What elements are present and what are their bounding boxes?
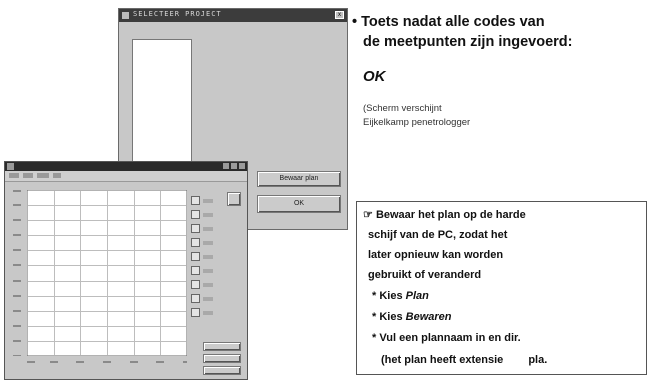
channel-checkbox[interactable] — [191, 280, 200, 289]
step-word-bewaren: Bewaren — [405, 311, 452, 323]
scroll-button[interactable] — [227, 192, 241, 206]
step-choose-save: * Kies Bewaren — [372, 310, 452, 324]
channel-label — [203, 255, 213, 259]
save-text-1: Bewaar het plan op de harde — [375, 209, 526, 221]
dialog-titlebar[interactable]: SELECTEER PROJECT x — [119, 9, 347, 22]
hand-icon: ☞ — [363, 209, 373, 221]
x-axis-ticks — [27, 361, 187, 363]
save-line-2: schijf van de PC, zodat het — [368, 229, 508, 241]
y-tick-label — [13, 234, 21, 236]
menu-item[interactable] — [37, 173, 49, 178]
info-button[interactable] — [203, 342, 241, 351]
ok-button[interactable]: OK — [257, 195, 341, 213]
channel-checkbox[interactable] — [191, 210, 200, 219]
instruction-heading: • Toets nadat alle codes van de meetpunt… — [352, 12, 652, 52]
minimize-icon[interactable] — [223, 163, 229, 169]
x-tick-label — [103, 361, 111, 363]
note-line-1: (Scherm verschijnt — [363, 103, 442, 114]
x-tick-label — [76, 361, 84, 363]
dialog-title: SELECTEER PROJECT — [133, 10, 222, 18]
y-tick-label — [13, 264, 21, 266]
ok-instruction: OK — [363, 68, 386, 85]
y-axis — [13, 190, 21, 356]
y-tick-label — [13, 325, 21, 327]
y-tick-label — [13, 190, 21, 192]
x-tick-label — [183, 361, 187, 363]
screen-note: (Scherm verschijnt Eijkelkamp penetrologg… — [363, 102, 470, 130]
channel-label — [203, 269, 213, 273]
x-tick-label — [156, 361, 164, 363]
channel-checkbox[interactable] — [191, 196, 200, 205]
channel-label — [203, 241, 213, 245]
plot-titlebar[interactable] — [5, 162, 247, 171]
channel-checkbox[interactable] — [191, 238, 200, 247]
save-line-3: later opnieuw kan worden — [368, 249, 504, 261]
channel-checkbox[interactable] — [191, 294, 200, 303]
channel-checkbox[interactable] — [191, 266, 200, 275]
step-prefix: * Kies — [372, 290, 403, 302]
extension-note-text: (het plan heeft extensie — [381, 354, 504, 366]
save-line-1: ☞ Bewaar het plan op de harde — [363, 208, 526, 222]
penetrologger-window — [4, 161, 248, 380]
code-listbox[interactable] — [132, 39, 192, 179]
y-tick-label — [13, 340, 21, 342]
bullet: • — [352, 14, 358, 30]
channel-label — [203, 213, 213, 217]
heading-line-2: de meetpunten zijn ingevoerd: — [363, 34, 573, 50]
x-tick-label — [50, 361, 58, 363]
y-tick-label — [13, 249, 21, 251]
x-axis — [27, 361, 187, 363]
app-icon — [7, 163, 14, 170]
heading-line-1: Toets nadat alle codes van — [361, 14, 545, 30]
channel-checkbox[interactable] — [191, 308, 200, 317]
y-tick-label — [13, 219, 21, 221]
close-icon[interactable] — [239, 163, 245, 169]
y-tick-label — [13, 295, 21, 297]
y-tick-label — [13, 310, 21, 312]
app-icon — [122, 12, 129, 19]
channel-label — [203, 199, 213, 203]
step-word-plan: Plan — [405, 290, 429, 302]
maximize-icon[interactable] — [231, 163, 237, 169]
menu-item[interactable] — [53, 173, 61, 178]
channel-label — [203, 311, 213, 315]
print-button[interactable] — [203, 354, 241, 363]
step-prefix: * Kies — [372, 311, 403, 323]
save-plan-box: ☞ Bewaar het plan op de harde schijf van… — [356, 201, 647, 375]
save-plan-button[interactable]: Bewaar plan — [257, 171, 341, 187]
close-button[interactable] — [203, 366, 241, 375]
channel-checkbox[interactable] — [191, 252, 200, 261]
channel-checkbox[interactable] — [191, 224, 200, 233]
step-choose-plan: * Kies Plan — [372, 289, 429, 303]
x-tick-label — [27, 361, 35, 363]
menu-item[interactable] — [9, 173, 19, 178]
menu-bar — [5, 171, 247, 182]
note-line-2: Eijkelkamp penetrologger — [363, 117, 471, 128]
save-line-4: gebruikt of veranderd — [368, 269, 482, 281]
step-enter-name: * Vul een plannaam in en dir. — [372, 332, 521, 344]
extension-note: (het plan heeft extensie pla. — [381, 353, 547, 367]
y-tick-label — [13, 204, 21, 206]
extension-value: pla. — [528, 354, 548, 366]
channel-label — [203, 283, 213, 287]
channel-label — [203, 297, 213, 301]
channel-label — [203, 227, 213, 231]
menu-item[interactable] — [23, 173, 33, 178]
measurement-plot — [27, 190, 187, 356]
x-tick-label — [130, 361, 138, 363]
y-tick-label — [13, 280, 21, 282]
y-tick-label — [13, 355, 21, 356]
close-icon[interactable]: x — [335, 11, 344, 19]
y-axis-ticks — [13, 190, 21, 356]
